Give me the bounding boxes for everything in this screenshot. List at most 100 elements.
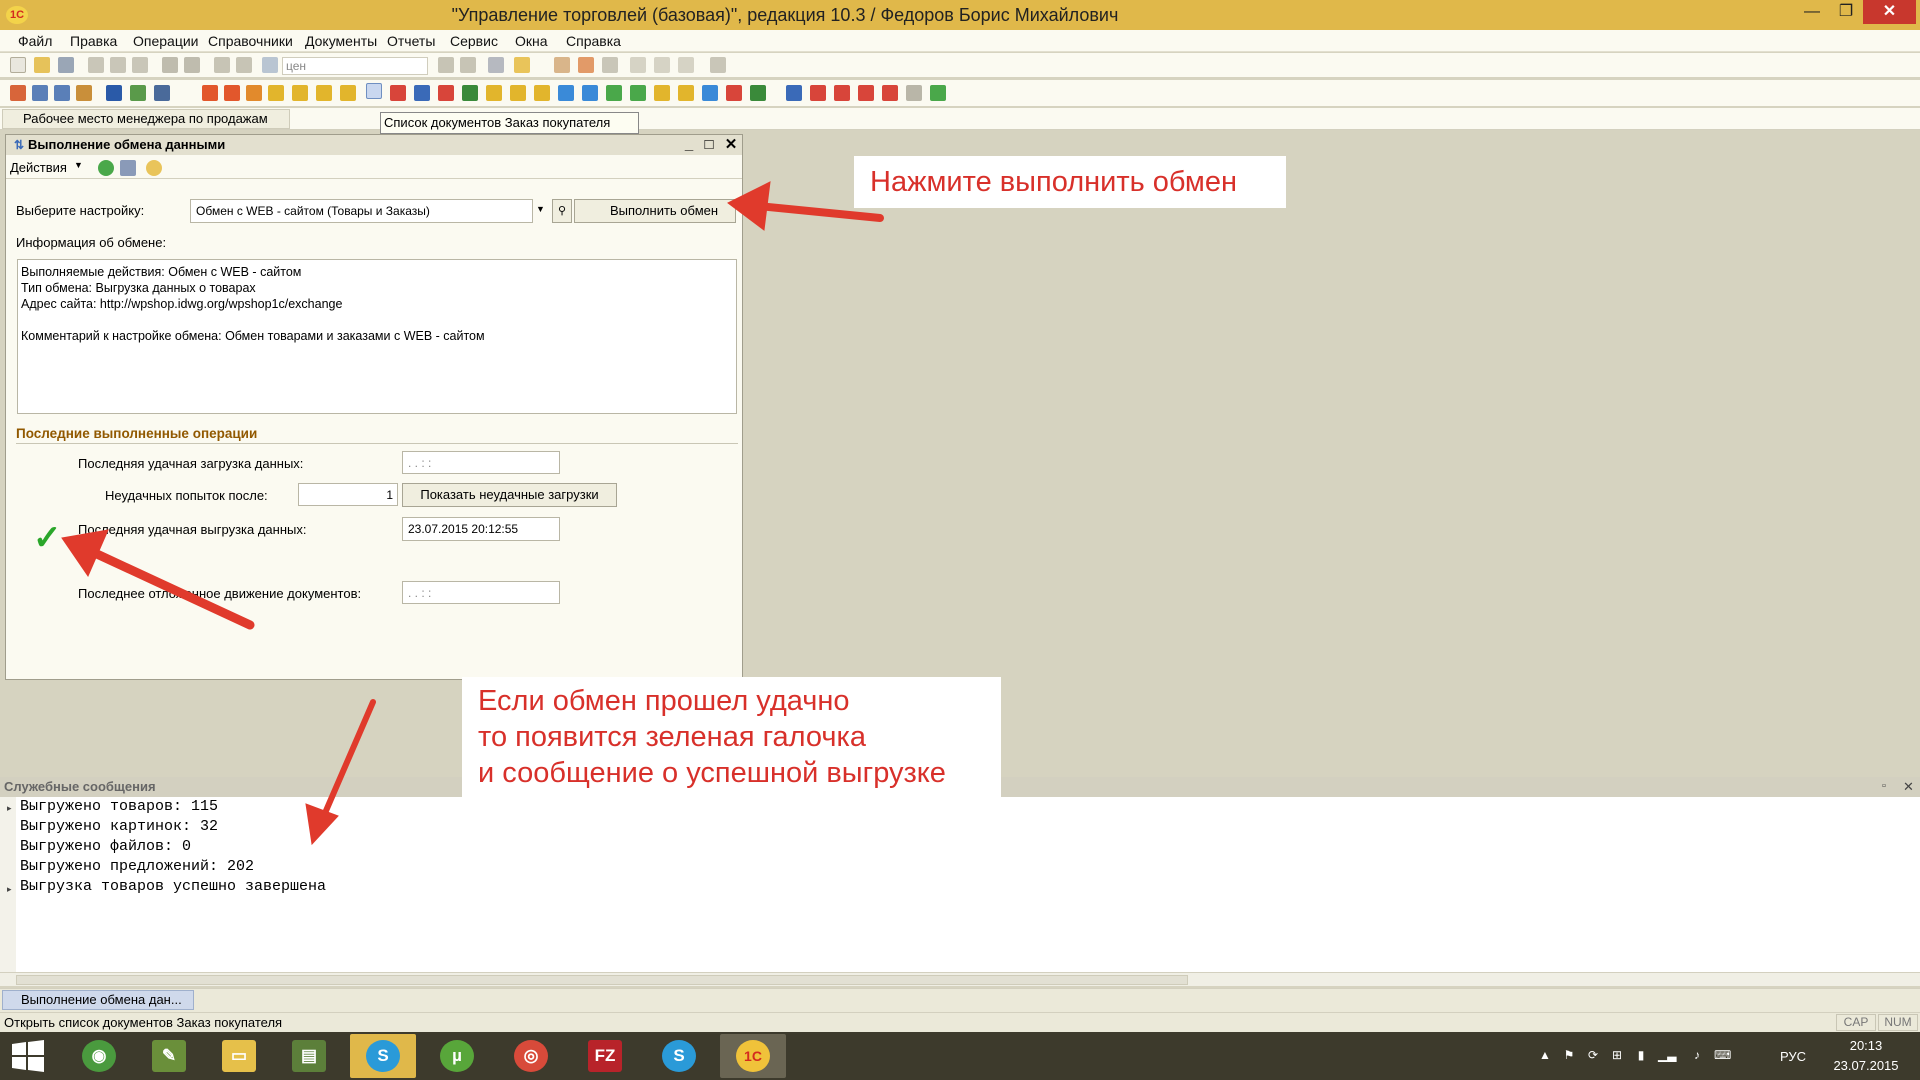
close-period-icon[interactable] — [726, 85, 742, 101]
menu-service[interactable]: Сервис — [450, 33, 498, 49]
preview-icon[interactable] — [184, 57, 200, 73]
cash-icon[interactable] — [340, 85, 356, 101]
bank-icon[interactable] — [558, 85, 574, 101]
move-icon[interactable] — [438, 85, 454, 101]
payment-icon[interactable] — [316, 85, 332, 101]
redo-icon[interactable] — [236, 57, 252, 73]
exchange-setting-field[interactable]: Обмен с WEB - сайтом (Товары и Заказы) — [190, 199, 533, 223]
keyboard-icon[interactable]: ⌨ — [1714, 1048, 1731, 1062]
menu-references[interactable]: Справочники — [208, 33, 293, 49]
purchase-icon[interactable] — [202, 85, 218, 101]
settings-icon[interactable] — [710, 57, 726, 73]
ledger-icon[interactable] — [750, 85, 766, 101]
search-icon[interactable] — [262, 57, 278, 73]
scrollbar-thumb[interactable] — [16, 975, 1188, 985]
calendar-icon[interactable] — [578, 57, 594, 73]
taskbar-app[interactable]: ✎ — [136, 1034, 202, 1078]
expense-icon[interactable] — [534, 85, 550, 101]
bill-icon[interactable] — [510, 85, 526, 101]
dialog-minimize-button[interactable]: _ — [680, 136, 698, 154]
sync-icon[interactable] — [702, 85, 718, 101]
check-icon[interactable] — [654, 85, 670, 101]
receipt-icon[interactable] — [486, 85, 502, 101]
documents-icon[interactable] — [32, 85, 48, 101]
window-tab-exchange[interactable]: Выполнение обмена дан... — [2, 990, 194, 1010]
approve-icon[interactable] — [678, 85, 694, 101]
last-load-field[interactable]: . . : : — [402, 451, 560, 474]
exchange-info-box[interactable]: Выполняемые действия: Обмен с WEB - сайт… — [17, 259, 737, 414]
clock-date[interactable]: 23.07.2015 — [1820, 1058, 1912, 1073]
menu-operations[interactable]: Операции — [133, 33, 199, 49]
chevron-down-icon[interactable]: ▼ — [74, 160, 83, 170]
table-icon[interactable] — [130, 85, 146, 101]
minimize-button[interactable]: — — [1795, 0, 1829, 24]
refresh-icon[interactable] — [98, 160, 114, 176]
taskbar-app[interactable]: ◉ — [66, 1034, 132, 1078]
windows-start-icon[interactable] — [8, 1038, 48, 1074]
transfer-icon[interactable] — [106, 85, 122, 101]
last-unload-field[interactable]: 23.07.2015 20:12:55 — [402, 517, 560, 541]
open-folder-icon[interactable] — [34, 57, 50, 73]
sales-report-icon[interactable] — [858, 85, 874, 101]
messages-close-icon[interactable]: ✕ — [1903, 779, 1914, 795]
volume-icon[interactable]: ♪ — [1690, 1048, 1704, 1062]
memory-minus-icon[interactable] — [678, 57, 694, 73]
save-icon[interactable] — [58, 57, 74, 73]
customer-orders-list-icon[interactable] — [366, 83, 382, 99]
last-movement-field[interactable]: . . : : — [402, 581, 560, 604]
return-icon[interactable] — [246, 85, 262, 101]
invoice-icon[interactable] — [292, 85, 308, 101]
export-icon[interactable] — [930, 85, 946, 101]
dialog-close-button[interactable]: ✕ — [722, 136, 740, 154]
search-input[interactable] — [282, 57, 428, 75]
balance-icon[interactable] — [834, 85, 850, 101]
menu-windows[interactable]: Окна — [515, 33, 548, 49]
menu-file[interactable]: Файл — [18, 33, 52, 49]
tray-expand-icon[interactable]: ▲ — [1538, 1048, 1552, 1062]
battery-icon[interactable]: ▮ — [1634, 1048, 1648, 1062]
clock-time[interactable]: 20:13 — [1820, 1038, 1912, 1053]
print-icon[interactable] — [162, 57, 178, 73]
find-next-icon[interactable] — [438, 57, 454, 73]
info-icon[interactable] — [514, 57, 530, 73]
show-failed-loads-button[interactable]: Показать неудачные загрузки — [402, 483, 617, 507]
tools-icon[interactable] — [602, 57, 618, 73]
network-icon[interactable]: ▁▃ — [1658, 1048, 1676, 1062]
journal-icon[interactable] — [10, 85, 26, 101]
taskbar-app[interactable]: µ — [424, 1034, 490, 1078]
accept-icon[interactable] — [630, 85, 646, 101]
menu-reports[interactable]: Отчеты — [387, 33, 435, 49]
calculator-icon[interactable] — [554, 57, 570, 73]
horizontal-scrollbar[interactable] — [0, 972, 1920, 986]
menu-edit[interactable]: Правка — [70, 33, 117, 49]
printer-icon[interactable] — [76, 85, 92, 101]
analysis-icon[interactable] — [810, 85, 826, 101]
messages-pin-icon[interactable]: ▫ — [1882, 780, 1886, 792]
close-button[interactable]: ✕ — [1863, 0, 1916, 24]
chart-icon[interactable] — [154, 85, 170, 101]
setting-search-icon[interactable]: ⚲ — [552, 199, 572, 223]
add-icon[interactable] — [606, 85, 622, 101]
windows-tray-icon[interactable]: ⊞ — [1610, 1048, 1624, 1062]
margin-icon[interactable] — [882, 85, 898, 101]
actions-menu[interactable]: Действия — [10, 160, 67, 175]
setting-dropdown-icon[interactable]: ▼ — [536, 204, 550, 214]
memory-plus-icon[interactable] — [654, 57, 670, 73]
paste-icon[interactable] — [132, 57, 148, 73]
workplace-tab[interactable]: Рабочее место менеджера по продажам — [2, 109, 290, 129]
dialog-maximize-button[interactable]: □ — [700, 136, 718, 154]
register-icon[interactable] — [54, 85, 70, 101]
monitor-icon[interactable] — [120, 160, 136, 176]
sales-icon[interactable] — [224, 85, 240, 101]
windows-icon[interactable] — [488, 57, 504, 73]
statement-icon[interactable] — [582, 85, 598, 101]
order-icon[interactable] — [268, 85, 284, 101]
new-document-icon[interactable] — [10, 57, 26, 73]
failed-attempts-field[interactable]: 1 — [298, 483, 398, 506]
run-exchange-button[interactable]: Выполнить обмен — [574, 199, 736, 223]
inventory-icon[interactable] — [462, 85, 478, 101]
flag-icon[interactable]: ⚑ — [1562, 1048, 1576, 1062]
cut-icon[interactable] — [88, 57, 104, 73]
maximize-button[interactable]: ❐ — [1829, 0, 1863, 24]
goods-icon[interactable] — [390, 85, 406, 101]
